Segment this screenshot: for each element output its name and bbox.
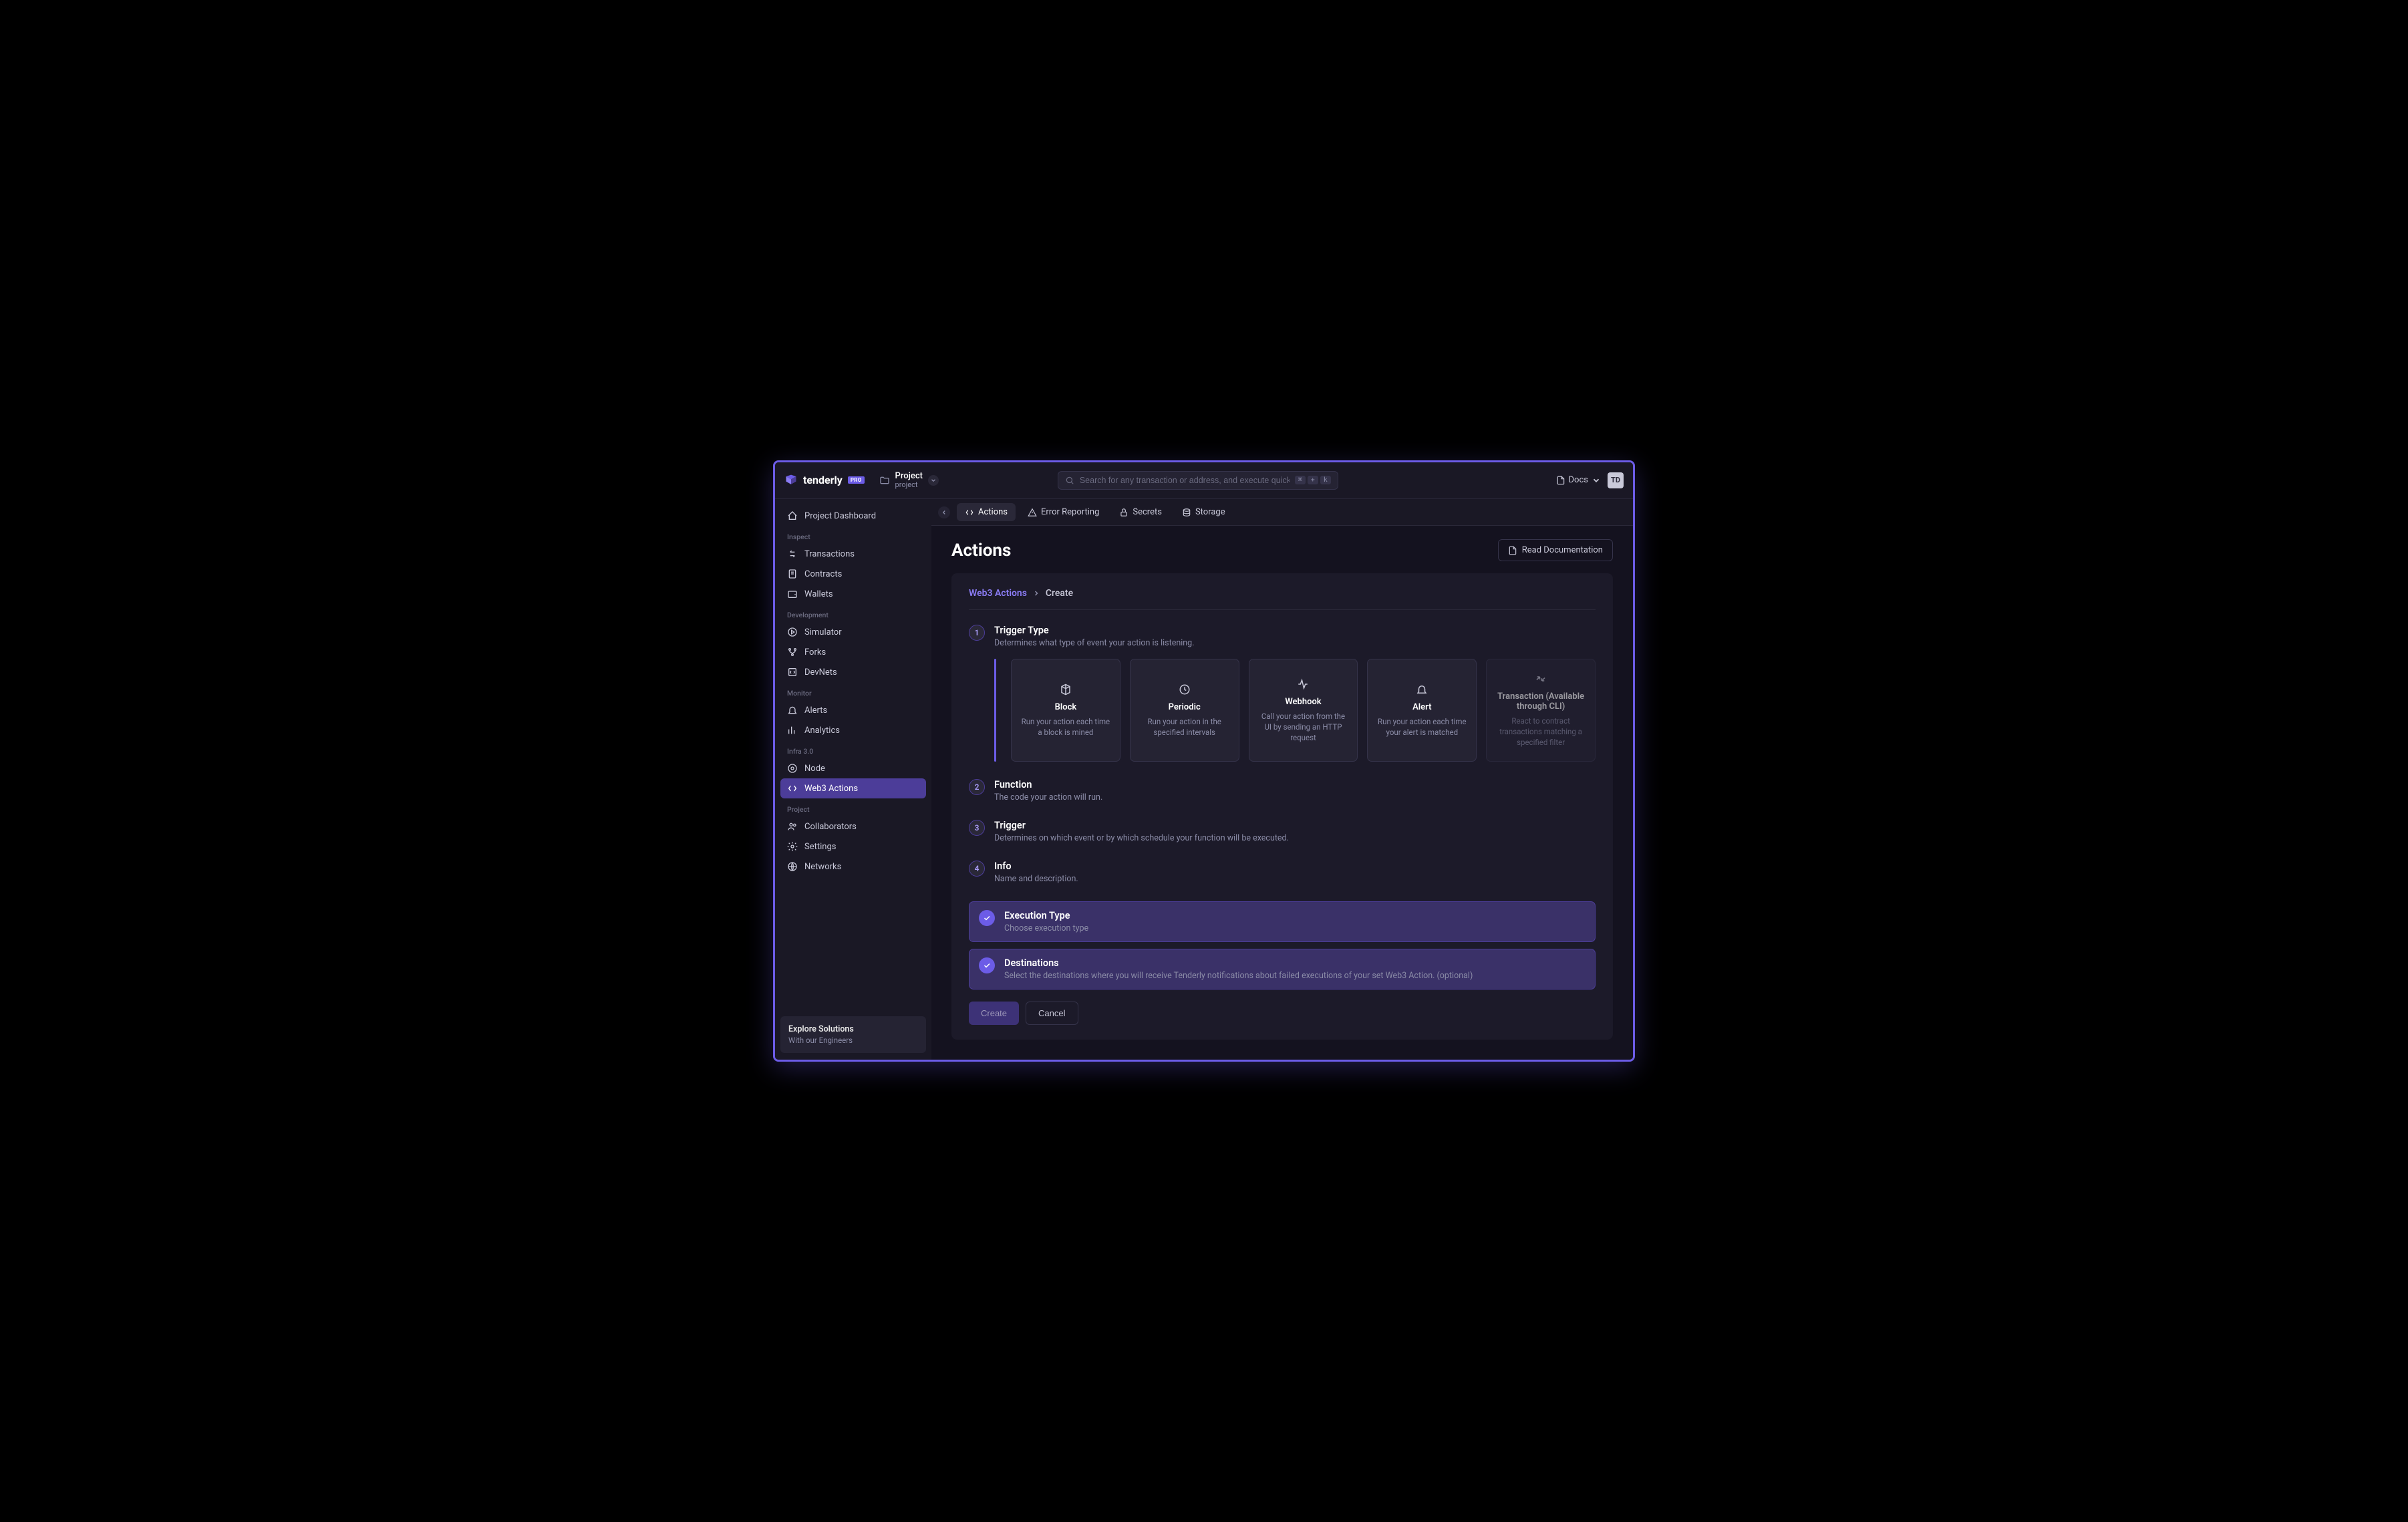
project-subtitle: project: [895, 481, 923, 489]
pro-badge: PRO: [848, 476, 865, 484]
check-icon: [979, 957, 995, 973]
database-icon: [1182, 508, 1191, 517]
search-bar[interactable]: ⌘+k: [1058, 471, 1338, 490]
explore-card[interactable]: Explore Solutions With our Engineers: [780, 1016, 926, 1053]
activity-icon: [1297, 678, 1309, 690]
step-trigger-type: 1 Trigger Type Determines what type of e…: [969, 625, 1596, 762]
home-icon: [787, 510, 798, 521]
code-icon: [965, 508, 974, 517]
clock-icon: [1179, 683, 1191, 696]
breadcrumb-current: Create: [1046, 588, 1073, 599]
kbd-hint: ⌘+k: [1295, 476, 1331, 484]
search-input[interactable]: [1080, 476, 1290, 485]
sidebar-item-wallets[interactable]: Wallets: [780, 584, 926, 604]
step-indicator-bar: [994, 659, 996, 762]
logo[interactable]: tenderly PRO: [784, 474, 865, 487]
play-icon: [787, 627, 798, 637]
sidebar-item-simulator[interactable]: Simulator: [780, 622, 926, 642]
step-function: 2 Function The code your action will run…: [969, 779, 1596, 802]
cube-icon: [1060, 683, 1072, 696]
sidebar-item-devnets[interactable]: DevNets: [780, 662, 926, 682]
folder-icon: [879, 475, 890, 486]
avatar[interactable]: TD: [1608, 472, 1624, 488]
users-icon: [787, 821, 798, 832]
trigger-block[interactable]: Block Run your action each time a block …: [1011, 659, 1120, 762]
logo-icon: [784, 474, 798, 487]
section-development: Development: [780, 604, 926, 622]
document-icon: [1556, 476, 1565, 485]
sidebar-item-networks[interactable]: Networks: [780, 857, 926, 877]
tab-actions[interactable]: Actions: [957, 503, 1016, 521]
search-icon: [1065, 476, 1074, 485]
app-frame: tenderly PRO Project project ⌘+k Docs: [773, 460, 1635, 1062]
fork-icon: [787, 647, 798, 657]
sidebar-item-contracts[interactable]: Contracts: [780, 564, 926, 584]
trigger-webhook[interactable]: Webhook Call your action from the UI by …: [1249, 659, 1358, 762]
chart-icon: [787, 725, 798, 736]
sidebar: Project Dashboard Inspect Transactions C…: [775, 499, 931, 1060]
step-execution-type[interactable]: Execution Type Choose execution type: [969, 901, 1596, 942]
section-project: Project: [780, 798, 926, 816]
trigger-transaction: Transaction (Available through CLI) Reac…: [1486, 659, 1596, 762]
chevron-right-icon: [1032, 589, 1040, 597]
devnets-icon: [787, 667, 798, 677]
sidebar-item-alerts[interactable]: Alerts: [780, 700, 926, 720]
section-monitor: Monitor: [780, 682, 926, 700]
project-name: Project: [895, 472, 923, 481]
create-button[interactable]: Create: [969, 1002, 1019, 1025]
breadcrumb-root[interactable]: Web3 Actions: [969, 588, 1027, 599]
actions-icon: [787, 783, 798, 794]
sidebar-item-collaborators[interactable]: Collaborators: [780, 816, 926, 836]
topbar: tenderly PRO Project project ⌘+k Docs: [775, 462, 1633, 499]
trigger-periodic[interactable]: Periodic Run your action in the specifie…: [1130, 659, 1239, 762]
globe-icon: [787, 861, 798, 872]
sidebar-item-transactions[interactable]: Transactions: [780, 544, 926, 564]
logo-text: tenderly: [803, 474, 843, 486]
trigger-alert[interactable]: Alert Run your action each time your ale…: [1367, 659, 1477, 762]
step-info: 4 Info Name and description.: [969, 861, 1596, 884]
chevron-left-icon: [941, 509, 947, 516]
tab-secrets[interactable]: Secrets: [1111, 503, 1170, 521]
sidebar-item-dashboard[interactable]: Project Dashboard: [780, 506, 926, 526]
tab-error-reporting[interactable]: Error Reporting: [1020, 503, 1107, 521]
collapse-icon: [1535, 673, 1547, 685]
step-number: 4: [969, 861, 985, 877]
sidebar-item-web3-actions[interactable]: Web3 Actions: [780, 778, 926, 798]
project-selector[interactable]: Project project: [874, 469, 944, 492]
check-icon: [979, 910, 995, 926]
breadcrumb: Web3 Actions Create: [969, 588, 1596, 610]
cancel-button[interactable]: Cancel: [1026, 1002, 1078, 1025]
create-panel: Web3 Actions Create 1 Trigger Type Deter…: [951, 573, 1613, 1040]
step-trigger: 3 Trigger Determines on which event or b…: [969, 820, 1596, 843]
bell-icon: [1416, 683, 1428, 696]
collapse-sidebar-button[interactable]: [938, 506, 950, 518]
wallet-icon: [787, 589, 798, 599]
subnav: Actions Error Reporting Secrets Storage: [931, 499, 1633, 526]
section-infra: Infra 3.0: [780, 740, 926, 758]
sidebar-item-node[interactable]: Node: [780, 758, 926, 778]
chevron-down-icon: [1592, 476, 1601, 485]
tab-storage[interactable]: Storage: [1174, 503, 1233, 521]
gear-icon: [787, 841, 798, 852]
section-inspect: Inspect: [780, 526, 926, 544]
read-documentation-button[interactable]: Read Documentation: [1498, 539, 1613, 561]
sidebar-item-forks[interactable]: Forks: [780, 642, 926, 662]
page-title: Actions: [951, 541, 1011, 561]
lock-icon: [1119, 508, 1128, 517]
contracts-icon: [787, 569, 798, 579]
docs-link[interactable]: Docs: [1556, 475, 1601, 485]
chevron-down-icon: [928, 475, 939, 486]
node-icon: [787, 763, 798, 774]
step-destinations[interactable]: Destinations Select the destinations whe…: [969, 949, 1596, 990]
step-number: 1: [969, 625, 985, 641]
bell-icon: [787, 705, 798, 716]
main: Actions Error Reporting Secrets Storage …: [931, 499, 1633, 1060]
document-icon: [1508, 546, 1517, 555]
sidebar-item-settings[interactable]: Settings: [780, 836, 926, 857]
step-number: 2: [969, 779, 985, 795]
warning-icon: [1028, 508, 1037, 517]
step-number: 3: [969, 820, 985, 836]
transactions-icon: [787, 549, 798, 559]
sidebar-item-analytics[interactable]: Analytics: [780, 720, 926, 740]
